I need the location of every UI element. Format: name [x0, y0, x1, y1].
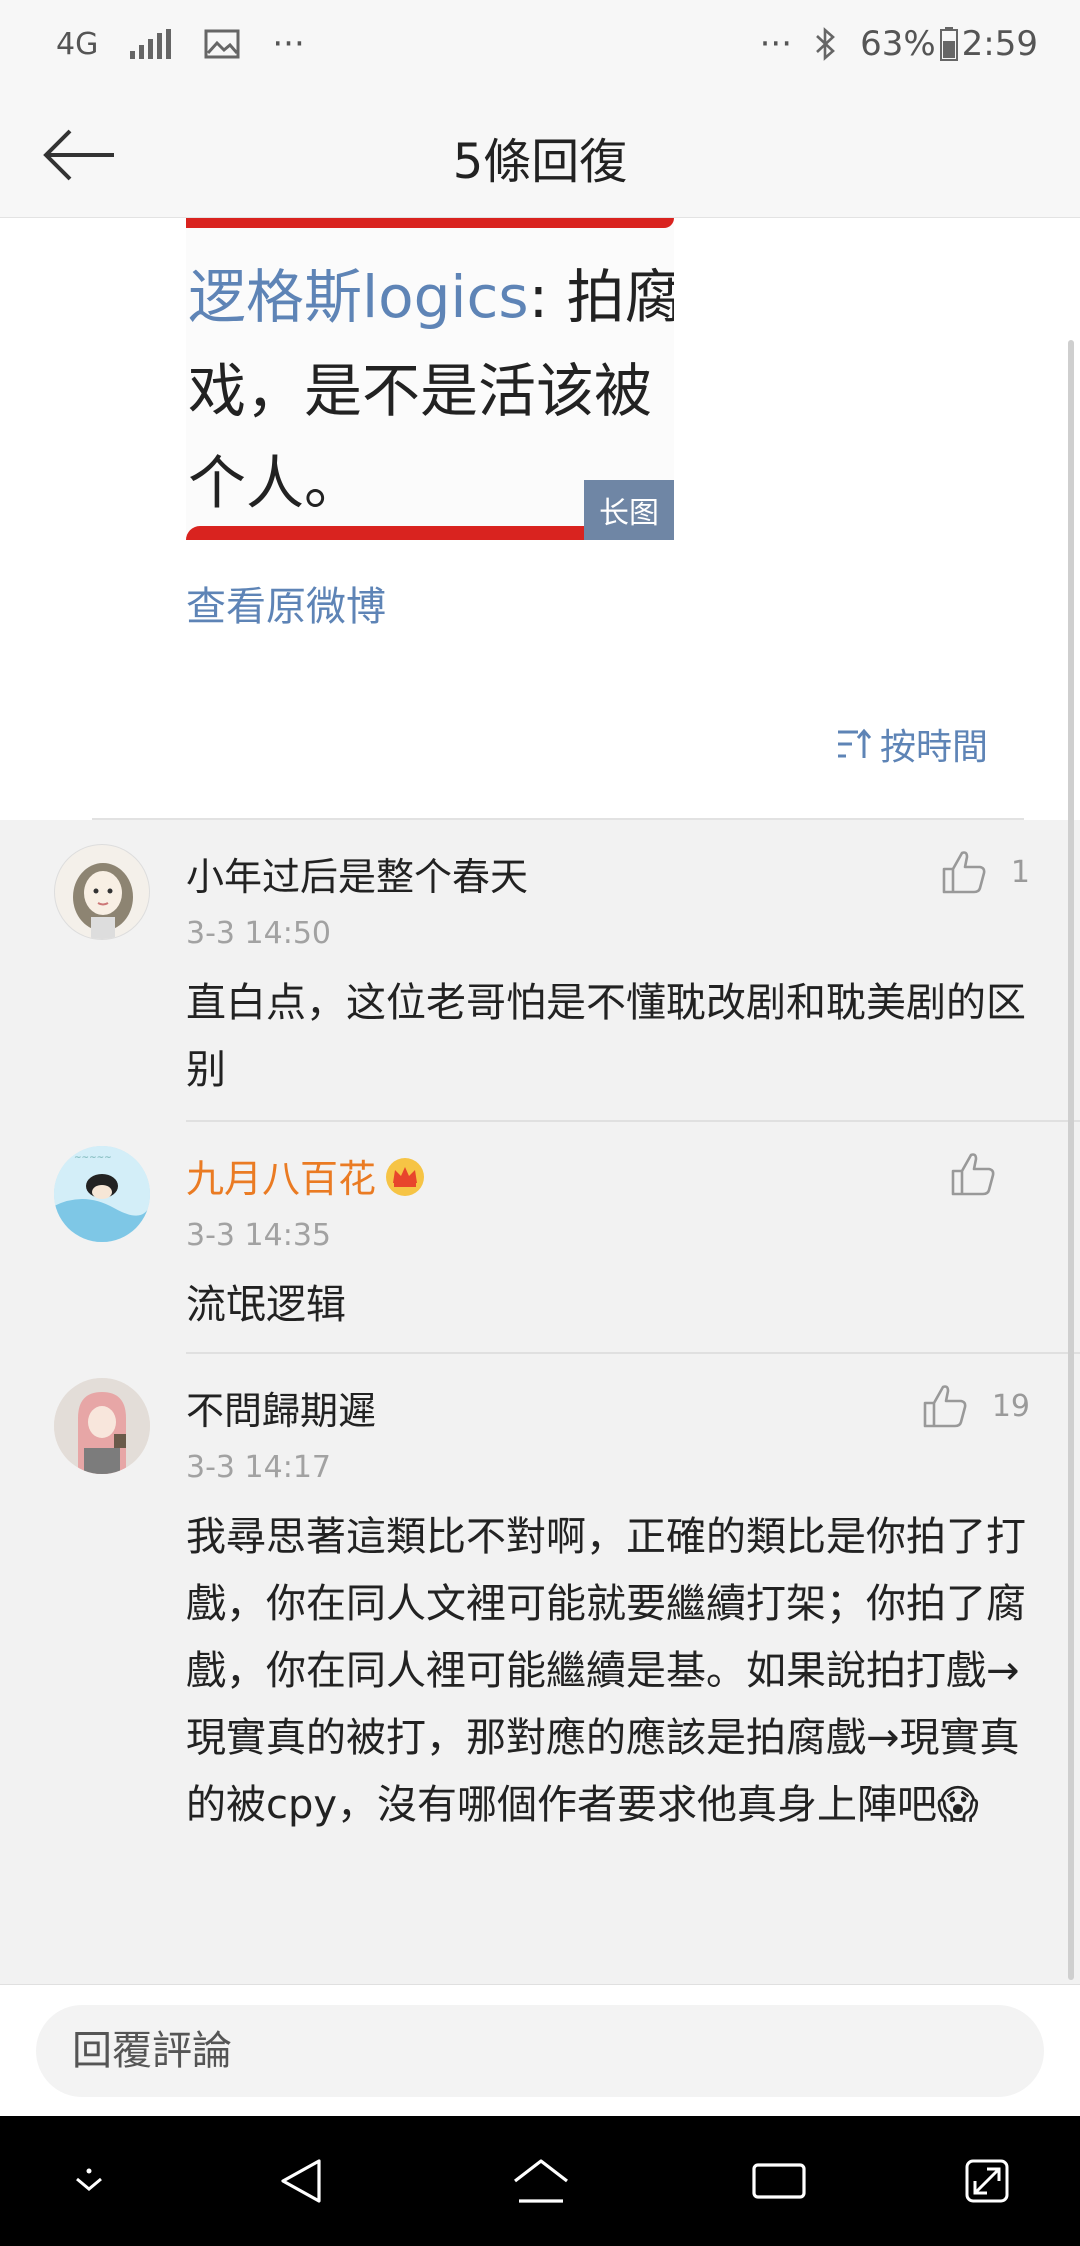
like-button[interactable]	[950, 1152, 1020, 1196]
avatar-anime-illustration-icon: ~~~~~	[54, 1146, 150, 1242]
system-navigation-bar	[0, 2116, 1080, 2246]
comment-item: 小年过后是整个春天 3-3 14:50 直白点，这位老哥怕是不懂耽改剧和耽美剧的…	[0, 820, 1080, 1120]
long-image-badge: 长图	[584, 480, 674, 540]
vip-crown-icon	[384, 1157, 426, 1206]
thumbs-up-icon	[951, 1153, 995, 1196]
comment-text: 我尋思著這類比不對啊，正確的類比是你拍了打戲，你在同人文裡可能就要繼續打架；你拍…	[186, 1514, 1026, 1828]
reply-comment-input[interactable]	[36, 2005, 1044, 2097]
comment-username-text: 九月八百花	[186, 1157, 377, 1201]
sort-icon	[837, 728, 872, 758]
avatar-photo-icon	[54, 1378, 150, 1474]
comment-item: 不問歸期遲 3-3 14:17 我尋思著這類比不對啊，正確的類比是你拍了打戲，你…	[0, 1354, 1080, 1984]
avatar[interactable]	[54, 1378, 150, 1474]
battery-icon	[939, 27, 958, 61]
thumbs-up-icon	[923, 1385, 967, 1428]
sort-by-time-button[interactable]: 按時間	[836, 718, 988, 770]
like-button[interactable]: 1	[941, 850, 1030, 894]
avatar[interactable]	[54, 844, 150, 940]
network-4g-icon: 4G	[56, 26, 99, 62]
top-app-bar: 5條回復	[0, 92, 1080, 218]
signal-icon	[130, 29, 172, 59]
nav-back-button[interactable]	[266, 2146, 336, 2216]
more-status-icon: ···	[759, 24, 793, 64]
original-post-preview: 逻格斯logics: 拍腐 戏，是不是活该被 个人。 长图 查看原微博 按時間	[0, 218, 1080, 820]
nav-expand-button[interactable]	[952, 2146, 1022, 2216]
thumbnail-handle: 逻格斯logics	[188, 263, 529, 331]
comment-list: 小年过后是整个春天 3-3 14:50 直白点，这位老哥怕是不懂耽改剧和耽美剧的…	[0, 820, 1080, 1984]
like-count: 1	[1010, 854, 1030, 890]
thumbnail-text-line-1: 逻格斯logics: 拍腐	[188, 250, 674, 334]
expand-arrows-icon	[965, 2159, 1009, 2203]
comment-time: 3-3 14:17	[186, 1450, 331, 1485]
view-original-post-link[interactable]: 查看原微博	[186, 574, 386, 632]
avatar-girl-illustration-icon	[73, 863, 133, 939]
recents-icon	[752, 2163, 806, 2199]
bluetooth-icon	[814, 27, 838, 61]
like-count: 19	[991, 1388, 1030, 1424]
nav-home-button[interactable]	[506, 2146, 576, 2216]
chevron-down-dot-icon	[76, 2168, 102, 2191]
thumbnail-text-line-2: 戏，是不是活该被	[188, 357, 653, 425]
thumbnail-red-strip-top	[186, 218, 674, 228]
comment-time: 3-3 14:50	[186, 916, 331, 951]
comment-username[interactable]: 不問歸期遲	[186, 1380, 376, 1435]
long-image-thumbnail[interactable]: 逻格斯logics: 拍腐 戏，是不是活该被 个人。 长图	[186, 218, 674, 540]
back-triangle-icon	[281, 2159, 321, 2203]
status-bar: 4G ··· ··· 63% 2:59	[0, 0, 1080, 92]
content-scroll-area[interactable]: 逻格斯logics: 拍腐 戏，是不是活该被 个人。 长图 查看原微博 按時間 …	[0, 218, 1080, 1984]
thumbnail-text-line-3: 个人。	[188, 449, 363, 517]
clock: 2:59	[961, 24, 1038, 64]
more-notifications-icon: ···	[272, 24, 305, 64]
comment-username[interactable]: 小年过后是整个春天	[186, 846, 528, 901]
thumbs-up-icon	[942, 851, 986, 894]
comment-text: 流氓逻辑	[186, 1282, 346, 1328]
comment-text: 直白点，这位老哥怕是不懂耽改剧和耽美剧的区别	[186, 980, 1026, 1093]
comment-username[interactable]: 九月八百花	[186, 1148, 426, 1206]
svg-text:~~~~~: ~~~~~	[74, 1153, 112, 1163]
hide-keyboard-button[interactable]	[54, 2146, 124, 2216]
comment-item: ~~~~~ 九月八百花 3-3 14:35 流氓逻辑	[0, 1122, 1080, 1350]
gallery-notification-icon	[204, 29, 240, 59]
battery-percent: 63%	[860, 24, 936, 64]
like-button[interactable]: 19	[922, 1384, 1030, 1428]
avatar[interactable]: ~~~~~	[54, 1146, 150, 1242]
home-icon	[514, 2159, 568, 2203]
comment-time: 3-3 14:35	[186, 1218, 331, 1253]
thumbnail-line1-rest: : 拍腐	[528, 263, 674, 331]
sort-label: 按時間	[879, 727, 988, 768]
reply-bar	[0, 1984, 1080, 2116]
scrollbar[interactable]	[1068, 340, 1074, 1980]
nav-recents-button[interactable]	[744, 2146, 814, 2216]
page-title: 5條回復	[452, 134, 628, 190]
